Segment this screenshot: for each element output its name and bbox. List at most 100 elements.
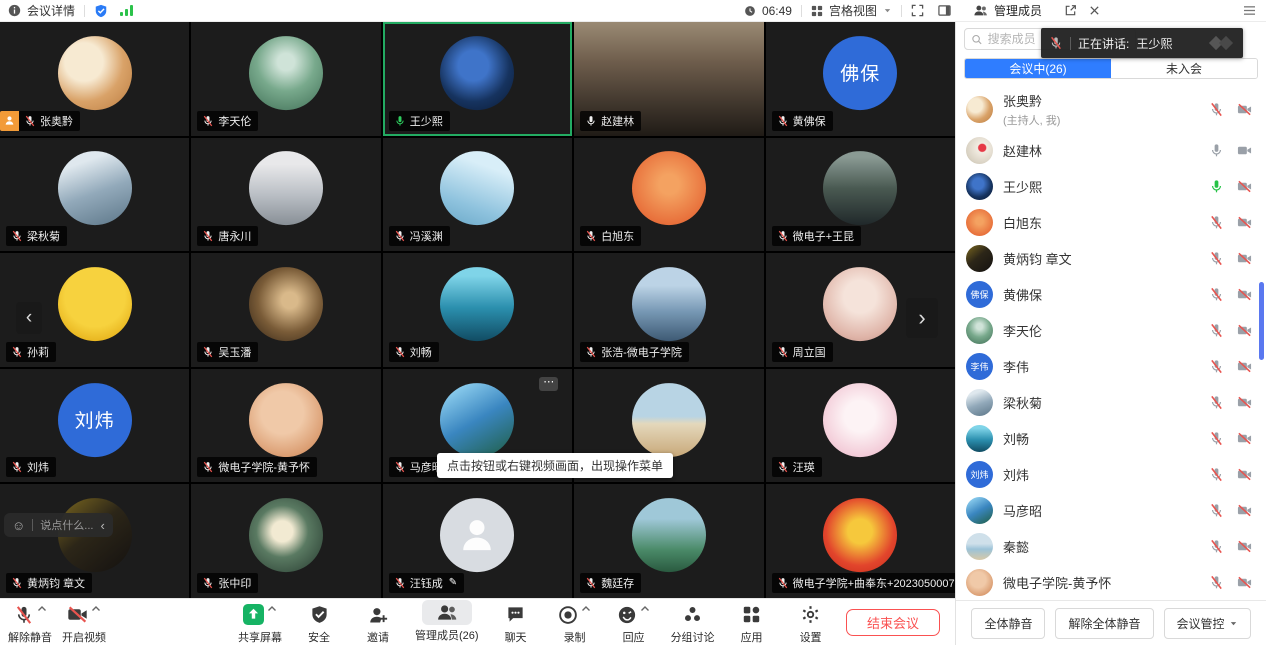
next-page-button[interactable]: › [906, 298, 938, 338]
edit-name-icon[interactable]: ✎ [449, 577, 457, 588]
unmute-all-button[interactable]: 解除全体静音 [1055, 608, 1153, 639]
camera-off-icon[interactable] [1237, 179, 1252, 194]
chat-placeholder[interactable]: 说点什么... [40, 517, 93, 533]
participant-row[interactable]: 白旭东 [956, 204, 1266, 240]
scrollbar-thumb[interactable] [1259, 282, 1264, 360]
mic-muted-icon[interactable] [1209, 539, 1224, 554]
camera-off-icon[interactable] [1237, 102, 1252, 117]
video-tile[interactable]: 刘畅 [383, 253, 572, 367]
mic-muted-icon[interactable] [1209, 395, 1224, 410]
camera-off-icon[interactable] [1237, 539, 1252, 554]
mic-on-icon[interactable] [1209, 143, 1224, 158]
emoji-icon[interactable]: ☺ [12, 519, 25, 532]
camera-off-icon[interactable] [1237, 287, 1252, 302]
camera-off-icon[interactable] [1237, 359, 1252, 374]
more-options-button[interactable]: ⋯ [539, 377, 558, 391]
collapse-icon[interactable]: ‹ [100, 518, 104, 533]
camera-off-icon[interactable] [1237, 503, 1252, 518]
participant-row[interactable]: 秦懿 [956, 528, 1266, 564]
video-tile[interactable]: 张浩-微电子学院 [574, 253, 763, 367]
close-icon[interactable] [1089, 5, 1100, 16]
participant-row[interactable]: 佛保 黄佛保 [956, 276, 1266, 312]
prev-page-button[interactable]: ‹ [16, 302, 42, 334]
view-mode-switcher[interactable]: 宫格视图 [811, 2, 892, 19]
security-button[interactable]: 安全 [297, 602, 341, 645]
video-tile[interactable]: 汪钰成✎ [383, 484, 572, 598]
quick-chat-bubble[interactable]: ☺ 说点什么... ‹ [4, 513, 113, 537]
meeting-controls-button[interactable]: 会议管控 [1164, 608, 1251, 639]
video-tile-speaking[interactable]: 王少熙 [383, 22, 572, 136]
meeting-details[interactable]: 会议详情 [8, 2, 75, 19]
mic-muted-icon[interactable] [1209, 215, 1224, 230]
mic-muted-icon[interactable] [1209, 431, 1224, 446]
fullscreen-icon[interactable] [911, 4, 924, 17]
mic-muted-icon[interactable] [1209, 359, 1224, 374]
mic-muted-icon[interactable] [1209, 287, 1224, 302]
manage-members-button[interactable]: 管理成员(26) [415, 602, 479, 643]
camera-off-icon[interactable] [1237, 215, 1252, 230]
video-tile[interactable]: 微电子学院-黄予怀 [191, 369, 380, 483]
popout-icon[interactable] [1064, 4, 1077, 17]
camera-off-icon[interactable] [1237, 323, 1252, 338]
mic-speaking-icon[interactable] [1209, 179, 1224, 194]
video-tile[interactable]: 唐永川 [191, 138, 380, 252]
participant-row[interactable]: 李天伦 [956, 312, 1266, 348]
camera-off-icon[interactable] [1237, 575, 1252, 590]
chevron-up-icon[interactable] [581, 604, 591, 614]
chevron-up-icon[interactable] [640, 604, 650, 614]
camera-on-icon[interactable] [1237, 143, 1252, 158]
video-tile[interactable]: 黄炳钧 章文 [0, 484, 189, 598]
breakout-rooms-button[interactable]: 分组讨论 [671, 602, 715, 645]
chevron-up-icon[interactable] [37, 604, 47, 614]
participant-row[interactable]: 王少熙 [956, 168, 1266, 204]
video-tile[interactable]: 佛保 黄佛保 [766, 22, 955, 136]
participant-row[interactable]: 马彦昭 [956, 492, 1266, 528]
video-tile[interactable]: 吴玉潘 [191, 253, 380, 367]
chat-button[interactable]: 聊天 [494, 602, 538, 645]
video-tile[interactable]: 汪瑛 [766, 369, 955, 483]
invite-button[interactable]: 邀请 [356, 602, 400, 645]
mic-muted-icon[interactable] [1209, 575, 1224, 590]
camera-off-icon[interactable] [1237, 431, 1252, 446]
security-shield-icon[interactable] [94, 4, 108, 18]
record-button[interactable]: 录制 [553, 602, 597, 645]
unmute-button[interactable]: 解除静音 [8, 602, 52, 645]
share-screen-button[interactable]: 共享屏幕 [238, 602, 282, 645]
mic-muted-icon[interactable] [1209, 503, 1224, 518]
end-meeting-button[interactable]: 结束会议 [846, 609, 940, 636]
video-tile-camera-on[interactable]: 赵建林 [574, 22, 763, 136]
video-tile[interactable]: 微电子+王昆 [766, 138, 955, 252]
participant-row[interactable]: 张奥黔(主持人, 我) [956, 86, 1266, 132]
tab-not-joined[interactable]: 未入会 [1111, 59, 1257, 78]
chevron-up-icon[interactable] [267, 604, 277, 614]
network-signal-icon[interactable] [120, 5, 133, 16]
participant-row[interactable]: 梁秋菊 [956, 384, 1266, 420]
video-tile[interactable]: 张奥黔 [0, 22, 189, 136]
start-video-button[interactable]: 开启视频 [62, 602, 106, 645]
menu-icon[interactable] [1243, 5, 1256, 16]
camera-off-icon[interactable] [1237, 467, 1252, 482]
settings-button[interactable]: 设置 [789, 602, 833, 645]
chevron-up-icon[interactable] [91, 604, 101, 614]
video-tile[interactable]: 微电子学院+曲奉东+2023050007 [766, 484, 955, 598]
tab-in-meeting[interactable]: 会议中(26) [965, 59, 1111, 78]
participant-row[interactable]: 刘炜 刘炜 [956, 456, 1266, 492]
participant-row[interactable]: 赵建林 [956, 132, 1266, 168]
participant-row[interactable]: 李伟 李伟 [956, 348, 1266, 384]
mute-all-button[interactable]: 全体静音 [971, 608, 1045, 639]
mic-muted-icon[interactable] [1209, 251, 1224, 266]
participant-row[interactable]: 黄炳钧 章文 [956, 240, 1266, 276]
side-layout-icon[interactable] [938, 4, 951, 17]
camera-off-icon[interactable] [1237, 395, 1252, 410]
mic-muted-icon[interactable] [1209, 323, 1224, 338]
video-tile[interactable]: 梁秋菊 [0, 138, 189, 252]
mic-muted-icon[interactable] [1209, 102, 1224, 117]
video-tile[interactable]: 张中印 [191, 484, 380, 598]
video-tile[interactable]: 李天伦 [191, 22, 380, 136]
reactions-button[interactable]: 回应 [612, 602, 656, 645]
video-tile[interactable]: 魏廷存 [574, 484, 763, 598]
apps-button[interactable]: 应用 [730, 602, 774, 645]
camera-off-icon[interactable] [1237, 251, 1252, 266]
video-tile[interactable]: 冯溪渊 [383, 138, 572, 252]
participant-row[interactable]: 刘畅 [956, 420, 1266, 456]
